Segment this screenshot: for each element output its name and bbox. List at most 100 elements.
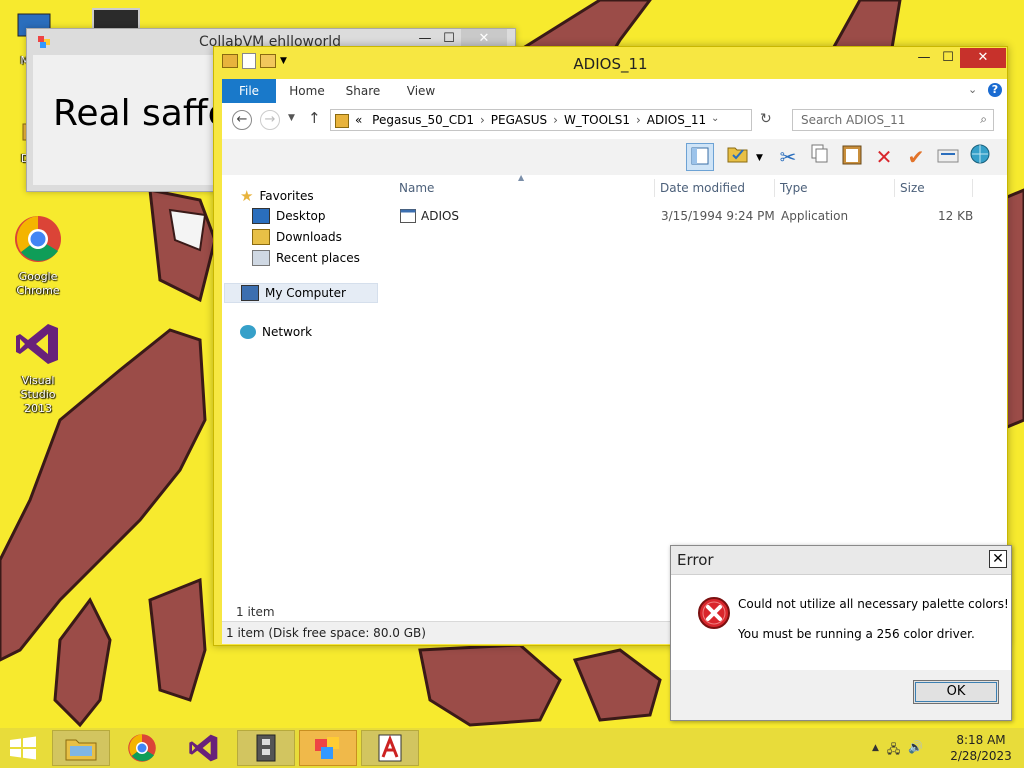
help-icon[interactable]: ? xyxy=(988,83,1002,97)
breadcrumb-item[interactable]: ADIOS_11 xyxy=(647,113,706,127)
network-globe-icon[interactable] xyxy=(966,143,994,171)
expand-ribbon-icon[interactable]: ⌄ xyxy=(968,83,977,96)
system-tray: ▲ 🖧 🔊 xyxy=(872,740,923,761)
nav-label: Desktop xyxy=(276,209,326,223)
dialog-titlebar[interactable]: Error ✕ xyxy=(671,546,1011,575)
breadcrumb-item[interactable]: Pegasus_50_CD1 xyxy=(372,113,474,127)
windows-start-icon[interactable] xyxy=(8,736,38,760)
clock[interactable]: 8:18 AM 2/28/2023 xyxy=(946,732,1016,764)
column-header-name[interactable]: Name xyxy=(399,175,434,201)
paste-icon[interactable] xyxy=(838,143,866,171)
column-divider[interactable] xyxy=(654,179,655,197)
item-count: 1 item xyxy=(236,605,275,619)
column-divider[interactable] xyxy=(894,179,895,197)
column-divider[interactable] xyxy=(774,179,775,197)
address-bar[interactable]: « Pegasus_50_CD1 › PEGASUS › W_TOOLS1 › ADIOS_… xyxy=(330,109,752,131)
app-icon xyxy=(38,36,50,48)
nav-label: Downloads xyxy=(276,230,342,244)
taskbar-collabvm-app[interactable] xyxy=(299,730,357,766)
back-button[interactable]: ← xyxy=(232,110,252,130)
error-dialog[interactable]: Error ✕ Could not utilize all necessary … xyxy=(670,545,1012,721)
volume-icon[interactable]: 🔊 xyxy=(908,740,923,761)
tab-share[interactable]: Share xyxy=(342,79,384,103)
close-button[interactable]: ✕ xyxy=(989,550,1007,568)
visual-studio-icon xyxy=(189,734,218,762)
error-message-line1: Could not utilize all necessary palette … xyxy=(738,597,1009,611)
taskbar-remote-app[interactable] xyxy=(237,730,295,766)
column-divider[interactable] xyxy=(972,179,973,197)
refresh-icon[interactable]: ↻ xyxy=(760,111,772,127)
checkmark-icon[interactable]: ✔ xyxy=(902,143,930,171)
ribbon-tabs: File Home Share View ⌄ ? xyxy=(222,79,1007,103)
tab-file[interactable]: File xyxy=(222,79,276,103)
up-button[interactable]: ↑ xyxy=(308,109,321,127)
show-hidden-icons-icon[interactable]: ▲ xyxy=(872,743,879,761)
column-header-type[interactable]: Type xyxy=(780,175,808,201)
tab-view[interactable]: View xyxy=(400,79,442,103)
collabvm-app-icon xyxy=(315,737,339,759)
sort-ascending-icon: ▲ xyxy=(518,173,525,182)
nav-label: My Computer xyxy=(265,286,346,300)
breadcrumb-item[interactable]: PEGASUS xyxy=(491,113,547,127)
check-folder-icon[interactable] xyxy=(724,143,752,171)
desktop-icon-label: Visual Studio 2013 xyxy=(20,374,56,415)
file-size: 12 KB xyxy=(938,209,974,223)
delete-icon[interactable]: ✕ xyxy=(870,143,898,171)
chrome-icon xyxy=(15,216,61,262)
nav-desktop[interactable]: Desktop xyxy=(252,208,326,224)
disk-status: 1 item (Disk free space: 80.0 GB) xyxy=(226,626,426,640)
file-row[interactable]: ADIOS 3/15/1994 9:24 PM Application 12 K… xyxy=(392,201,997,231)
nav-network[interactable]: Network xyxy=(240,325,312,339)
nav-recent-places[interactable]: Recent places xyxy=(252,250,360,266)
nav-my-computer[interactable]: My Computer xyxy=(224,283,378,303)
search-placeholder: Search ADIOS_11 xyxy=(801,113,906,127)
breadcrumb: « Pegasus_50_CD1 › PEGASUS › W_TOOLS1 › ADIOS_… xyxy=(355,113,706,127)
search-input[interactable]: Search ADIOS_11 ⌕ xyxy=(792,109,994,131)
ok-button[interactable]: OK xyxy=(913,680,999,704)
chevron-right-icon[interactable]: › xyxy=(553,113,558,127)
recent-locations-icon[interactable]: ▼ xyxy=(288,113,295,123)
recent-places-icon xyxy=(252,250,270,266)
preview-pane-icon[interactable] xyxy=(686,143,714,171)
forward-button[interactable]: → xyxy=(260,110,280,130)
taskbar-chrome[interactable] xyxy=(113,730,171,766)
desktop-icon-label: Google Chrome xyxy=(16,270,60,297)
nav-favorites[interactable]: ★ Favorites xyxy=(240,187,314,205)
clock-time: 8:18 AM xyxy=(956,733,1006,747)
chevron-down-icon[interactable]: ⌄ xyxy=(711,113,719,124)
folder-icon xyxy=(335,114,349,128)
application-icon xyxy=(400,209,416,226)
file-name: ADIOS xyxy=(421,209,460,223)
explorer-titlebar[interactable]: ▼ ADIOS_11 — ☐ ✕ xyxy=(214,47,1007,79)
error-icon xyxy=(698,597,730,629)
chevron-right-icon[interactable]: › xyxy=(480,113,485,127)
cut-icon[interactable]: ✂ xyxy=(774,143,802,171)
downloads-icon xyxy=(252,229,270,245)
chevron-right-icon[interactable]: › xyxy=(636,113,641,127)
desktop-icon-visual-studio[interactable]: Visual Studio 2013 xyxy=(6,320,70,416)
copy-icon[interactable] xyxy=(806,143,834,171)
adios-app-icon xyxy=(378,734,402,762)
taskbar-file-explorer[interactable] xyxy=(52,730,110,766)
taskbar-visual-studio[interactable] xyxy=(175,730,233,766)
desktop-icon-chrome[interactable]: Google Chrome xyxy=(6,214,70,298)
chevron-down-icon[interactable]: ▼ xyxy=(756,153,763,163)
nav-downloads[interactable]: Downloads xyxy=(252,229,342,245)
command-toolbar: ▼ ✂ ✕ ✔ xyxy=(222,139,1007,175)
column-header-date[interactable]: Date modified xyxy=(660,175,745,201)
explorer-content: ★ Favorites Desktop Downloads Recent pla… xyxy=(222,173,1007,599)
breadcrumb-item[interactable]: W_TOOLS1 xyxy=(564,113,630,127)
file-type: Application xyxy=(781,209,849,223)
close-button[interactable]: ✕ xyxy=(960,48,1006,68)
column-header-size[interactable]: Size xyxy=(900,175,925,201)
breadcrumb-overflow[interactable]: « xyxy=(355,113,362,127)
network-icon[interactable]: 🖧 xyxy=(887,740,900,761)
nav-label: Network xyxy=(262,325,313,339)
tab-home[interactable]: Home xyxy=(286,79,328,103)
taskbar-adios-app[interactable] xyxy=(361,730,419,766)
chrome-icon xyxy=(128,734,156,762)
properties-icon[interactable] xyxy=(934,143,962,171)
file-explorer-icon xyxy=(65,739,97,761)
explorer-title: ADIOS_11 xyxy=(573,55,648,73)
error-message-line2: You must be running a 256 color driver. xyxy=(738,627,975,641)
